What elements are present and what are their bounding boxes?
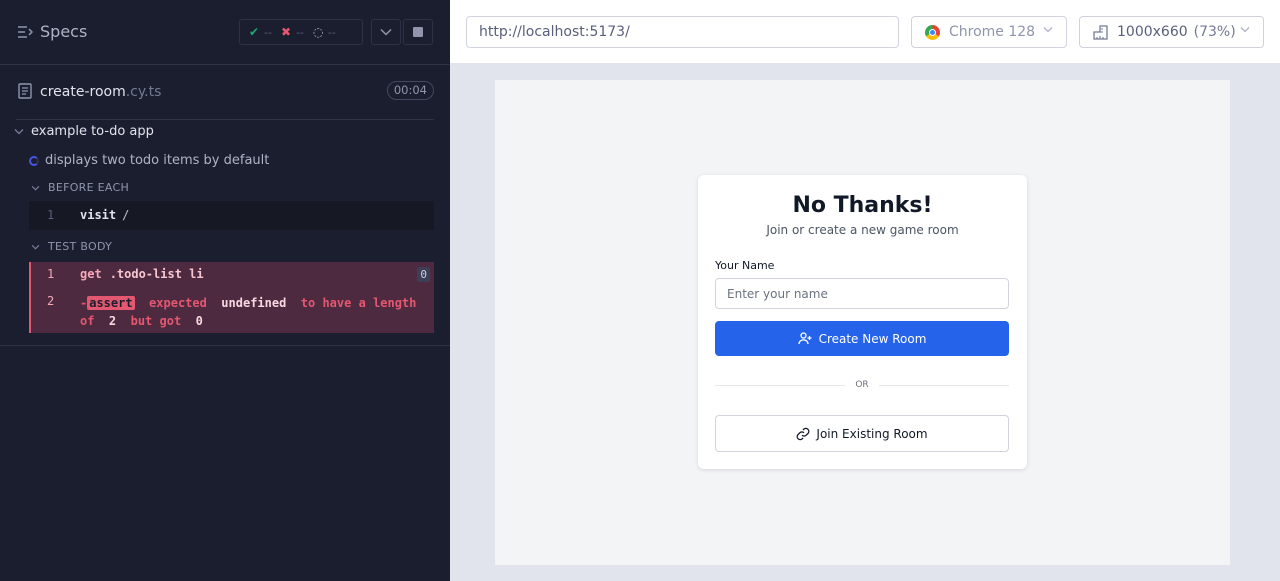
before-each-hook-header[interactable]: BEFORE EACH <box>31 181 129 194</box>
specs-label: Specs <box>40 22 88 41</box>
duration-badge: 00:04 <box>386 81 434 100</box>
spec-file-row: create-room.cy.ts 00:04 <box>16 66 434 120</box>
chevron-down-icon <box>31 244 40 250</box>
test-body-header[interactable]: TEST BODY <box>31 240 112 253</box>
command-row-get[interactable]: 1 get .todo-list li 0 <box>29 262 434 288</box>
reporter-panel: Specs ✔ -- ✖ -- ◌ -- create-room.cy.ts 0… <box>0 0 450 581</box>
test-stats: ✔ -- ✖ -- ◌ -- <box>239 19 363 45</box>
specs-button[interactable]: Specs <box>17 22 87 41</box>
url-bar[interactable]: http://localhost:5173/ <box>466 16 899 48</box>
document-icon <box>18 83 32 99</box>
browser-label: Chrome 128 <box>949 24 1036 40</box>
assert-word: but got <box>130 314 182 328</box>
passed-stat: ✔ -- <box>249 25 272 39</box>
auto-scroll-toggle-button[interactable] <box>371 19 401 45</box>
chevron-down-icon <box>1043 27 1053 33</box>
join-room-button[interactable]: Join Existing Room <box>715 415 1009 452</box>
chevron-down-icon <box>1240 27 1250 33</box>
name-input[interactable] <box>715 278 1009 309</box>
command-text: visit / <box>80 208 129 222</box>
chevron-down-icon <box>14 129 24 135</box>
command-text: get .todo-list li <box>80 267 204 281</box>
passed-count: -- <box>264 25 272 39</box>
command-row-visit[interactable]: 1 visit / <box>29 201 434 230</box>
or-divider: OR <box>715 380 1009 392</box>
name-label: Your Name <box>715 259 775 272</box>
aut-header: http://localhost:5173/ Chrome 128 1000x6… <box>450 0 1280 64</box>
aut-panel: http://localhost:5173/ Chrome 128 1000x6… <box>450 0 1280 581</box>
divider-line <box>879 385 1009 386</box>
command-number: 1 <box>47 267 55 281</box>
command-number: 2 <box>47 294 55 308</box>
browser-select[interactable]: Chrome 128 <box>911 16 1067 48</box>
failed-stat: ✖ -- <box>281 25 304 39</box>
pending-stat: ◌ -- <box>313 25 336 39</box>
spec-file-name: create-room.cy.ts <box>40 84 161 100</box>
assert-value: undefined <box>221 296 287 310</box>
user-plus-icon <box>797 332 812 345</box>
failed-count: -- <box>295 25 304 39</box>
viewport-select[interactable]: 1000x660 (73%) <box>1079 16 1264 48</box>
create-room-button[interactable]: Create New Room <box>715 321 1009 356</box>
command-number: 1 <box>47 208 55 222</box>
chrome-icon <box>925 24 940 40</box>
pending-icon: ◌ <box>312 25 324 39</box>
spec-file-extension: .cy.ts <box>125 84 162 100</box>
pending-count: -- <box>327 25 336 39</box>
chevron-down-icon <box>380 28 392 36</box>
chevron-down-icon <box>31 185 40 191</box>
command-arg: .todo-list li <box>109 267 204 281</box>
test-row[interactable]: displays two todo items by default <box>29 153 269 168</box>
assert-value: 0 <box>195 314 203 328</box>
create-room-label: Create New Room <box>818 331 927 346</box>
assert-tag: assert <box>87 296 135 310</box>
zoom-level: (73%) <box>1193 24 1236 40</box>
app-iframe: No Thanks! Join or create a new game roo… <box>495 80 1230 565</box>
suite-row[interactable]: example to-do app <box>14 124 154 139</box>
assert-value: 2 <box>108 314 117 328</box>
x-icon: ✖ <box>280 25 292 39</box>
stop-button[interactable] <box>403 19 433 45</box>
test-body-label: TEST BODY <box>48 240 113 253</box>
spec-file-basename: create-room <box>40 84 126 100</box>
assert-word: expected <box>149 296 207 310</box>
suite-title: example to-do app <box>31 124 154 139</box>
specs-list-icon <box>18 25 33 38</box>
check-icon: ✔ <box>249 25 260 39</box>
divider <box>0 345 450 346</box>
room-card: No Thanks! Join or create a new game roo… <box>698 175 1027 469</box>
stop-icon <box>413 27 423 37</box>
assert-message: - assert expected undefined to have a len… <box>80 294 420 330</box>
link-icon <box>797 427 810 440</box>
command-name: visit <box>80 208 117 222</box>
command-arg: / <box>122 208 130 222</box>
join-room-label: Join Existing Room <box>816 426 928 441</box>
command-name: get <box>80 267 102 281</box>
app-title: No Thanks! <box>792 193 933 218</box>
app-subtitle: Join or create a new game room <box>766 223 959 237</box>
test-title: displays two todo items by default <box>45 153 270 168</box>
command-row-assert[interactable]: 2 - assert expected undefined to have a l… <box>29 292 434 332</box>
running-spinner-icon <box>29 155 39 166</box>
viewport-size: 1000x660 <box>1117 24 1188 40</box>
ruler-icon <box>1093 24 1108 40</box>
element-count-badge: 0 <box>417 267 430 282</box>
before-each-label: BEFORE EACH <box>48 181 130 194</box>
reporter-header: Specs ✔ -- ✖ -- ◌ -- <box>0 0 450 65</box>
